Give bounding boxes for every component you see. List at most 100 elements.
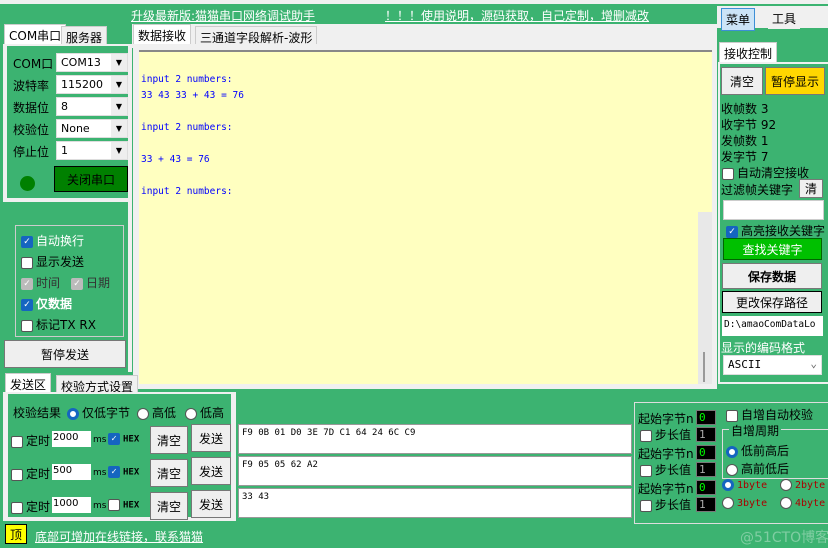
checksum-label: 校验结果 xyxy=(13,406,62,420)
receive-line xyxy=(141,104,710,120)
highlight-checkbox[interactable]: ✓ 高亮接收关键字 xyxy=(726,222,825,239)
receive-line: 33 + 43 = 76 xyxy=(141,154,210,165)
send-textbox[interactable]: F9 05 05 62 A2 xyxy=(238,456,632,486)
footer-link[interactable]: 底部可增加在线链接，联系猫猫 xyxy=(35,528,203,545)
byte-4-radio[interactable]: 4byte xyxy=(780,497,825,509)
checksum-option-radio[interactable]: 高低 xyxy=(137,404,176,421)
serial-select[interactable]: 8 ▼ xyxy=(56,97,128,116)
stat-item: 发字节 7 xyxy=(721,150,769,164)
find-keyword-button[interactable]: 查找关键字 xyxy=(723,238,822,260)
step-checkbox[interactable]: 步长值 xyxy=(640,461,691,478)
step-checkbox[interactable]: 步长值 xyxy=(640,426,691,443)
byte-2-radio[interactable]: 2byte xyxy=(780,479,825,491)
help-link[interactable]: ！！！使用说明，源码获取，自己定制，增删减改 xyxy=(385,7,649,24)
hex-checkbox[interactable]: ✓ HEX xyxy=(108,466,139,478)
serial-label: 数据位 xyxy=(13,101,50,115)
auto-newline-checkbox[interactable]: ✓ 自动换行 xyxy=(21,232,84,249)
ms-unit: ms xyxy=(93,435,107,445)
timer-checkbox[interactable]: 定时 xyxy=(11,465,50,482)
receive-line xyxy=(141,168,710,184)
tab-com[interactable]: COM串口 xyxy=(4,24,67,46)
chevron-down-icon: ▼ xyxy=(111,76,127,93)
start-byte-field[interactable]: 0 xyxy=(696,445,716,460)
clear-receive-button[interactable]: 清空 xyxy=(721,67,763,95)
watermark: @51CTO博客 xyxy=(740,530,828,546)
upgrade-link[interactable]: 升级最新版:猫猫串口网络调试助手 xyxy=(131,7,315,24)
serial-select[interactable]: None ▼ xyxy=(56,119,128,138)
tab-menu[interactable]: 菜单 xyxy=(721,8,756,31)
start-byte-field[interactable]: 0 xyxy=(696,410,716,425)
step-field[interactable]: 1 xyxy=(696,427,716,442)
clear-send-button[interactable]: 清空 xyxy=(150,459,188,487)
pause-send-button[interactable]: 暂停发送 xyxy=(4,340,126,368)
mark-txrx-checkbox[interactable]: 标记TX RX xyxy=(21,316,96,333)
checksum-option-radio[interactable]: 低高 xyxy=(185,404,224,421)
status-led xyxy=(20,176,35,191)
data-only-checkbox[interactable]: ✓ 仅数据 xyxy=(21,295,72,312)
hex-checkbox[interactable]: HEX xyxy=(108,499,139,511)
receive-line xyxy=(141,56,710,72)
start-byte-field[interactable]: 0 xyxy=(696,480,716,495)
tab-receive[interactable]: 数据接收 xyxy=(133,24,192,46)
encoding-select[interactable]: ASCII ⌄ xyxy=(723,355,822,375)
chevron-down-icon: ▼ xyxy=(111,54,127,71)
date-checkbox[interactable]: ✓ 日期 xyxy=(71,274,110,291)
byte-3-radio[interactable]: 3byte xyxy=(722,497,767,509)
clear-send-button[interactable]: 清空 xyxy=(150,426,188,454)
chevron-down-icon: ▼ xyxy=(111,142,127,159)
auto-check-checkbox[interactable]: 自增自动校验 xyxy=(726,406,813,423)
stat-item: 收字节 92 xyxy=(721,118,777,132)
interval-input[interactable]: 500 xyxy=(52,464,91,480)
byte-1-radio[interactable]: 1byte xyxy=(722,479,767,491)
checksum-option-radio[interactable]: 仅低字节 xyxy=(67,404,130,421)
timer-checkbox[interactable]: 定时 xyxy=(11,498,50,515)
serial-select[interactable]: 115200 ▼ xyxy=(56,75,128,94)
stat-item: 收帧数 3 xyxy=(721,102,769,116)
send-button[interactable]: 发送 xyxy=(191,424,231,452)
receive-line: input 2 numbers: xyxy=(141,122,233,133)
serial-label: 停止位 xyxy=(13,145,50,159)
send-textbox[interactable]: F9 0B 01 D0 3E 7D C1 64 24 6C C9 xyxy=(238,424,632,454)
top-button[interactable]: 顶 xyxy=(5,524,27,544)
send-textbox[interactable]: 33 43 xyxy=(238,488,632,518)
chevron-down-icon: ▼ xyxy=(111,120,127,137)
pause-display-button[interactable]: 暂停显示 xyxy=(765,67,825,95)
serial-select[interactable]: COM13 ▼ xyxy=(56,53,128,72)
receive-line: 33 43 33 + 43 = 76 xyxy=(141,90,244,101)
change-path-button[interactable]: 更改保存路径 xyxy=(722,291,822,313)
show-send-checkbox[interactable]: 显示发送 xyxy=(21,253,84,270)
timer-checkbox[interactable]: 定时 xyxy=(11,432,50,449)
serial-select[interactable]: 1 ▼ xyxy=(56,141,128,160)
save-data-button[interactable]: 保存数据 xyxy=(722,263,822,289)
hex-checkbox[interactable]: ✓ HEX xyxy=(108,433,139,445)
tab-receive-control[interactable]: 接收控制 xyxy=(719,42,778,64)
serial-label: COM口 xyxy=(13,57,54,71)
start-byte-label: 起始字节n xyxy=(638,412,694,426)
step-field[interactable]: 1 xyxy=(696,497,716,512)
serial-label: 波特率 xyxy=(13,79,50,93)
receive-line xyxy=(141,136,710,152)
send-button[interactable]: 发送 xyxy=(191,490,231,518)
interval-input[interactable]: 1000 xyxy=(52,497,91,513)
filter-input[interactable] xyxy=(723,200,824,220)
filter-clear-button[interactable]: 清 xyxy=(799,179,823,198)
start-byte-label: 起始字节n xyxy=(638,447,694,461)
ms-unit: ms xyxy=(93,468,107,478)
save-path-field[interactable]: D:\amaoComDataLo xyxy=(722,316,823,336)
step-checkbox[interactable]: 步长值 xyxy=(640,496,691,513)
receive-textarea[interactable]: input 2 numbers: 33 43 33 + 43 = 76 input … xyxy=(139,50,712,384)
auto-clear-checkbox[interactable]: 自动清空接收 xyxy=(722,164,809,181)
interval-input[interactable]: 2000 xyxy=(52,431,91,447)
time-checkbox[interactable]: ✓ 时间 xyxy=(21,274,60,291)
receive-line: input 2 numbers: xyxy=(141,186,233,197)
encoding-label: 显示的编码格式 xyxy=(721,341,806,355)
receive-scrollbar[interactable] xyxy=(698,212,712,384)
send-button[interactable]: 发送 xyxy=(191,457,231,485)
close-port-button[interactable]: 关闭串口 xyxy=(54,166,128,192)
tab-tools[interactable]: 工具 xyxy=(768,8,801,29)
period-high-first-radio[interactable]: 高前低后 xyxy=(726,460,789,477)
step-field[interactable]: 1 xyxy=(696,462,716,477)
period-low-first-radio[interactable]: 低前高后 xyxy=(726,442,789,459)
receive-line: input 2 numbers: xyxy=(141,74,233,85)
clear-send-button[interactable]: 清空 xyxy=(150,492,188,520)
